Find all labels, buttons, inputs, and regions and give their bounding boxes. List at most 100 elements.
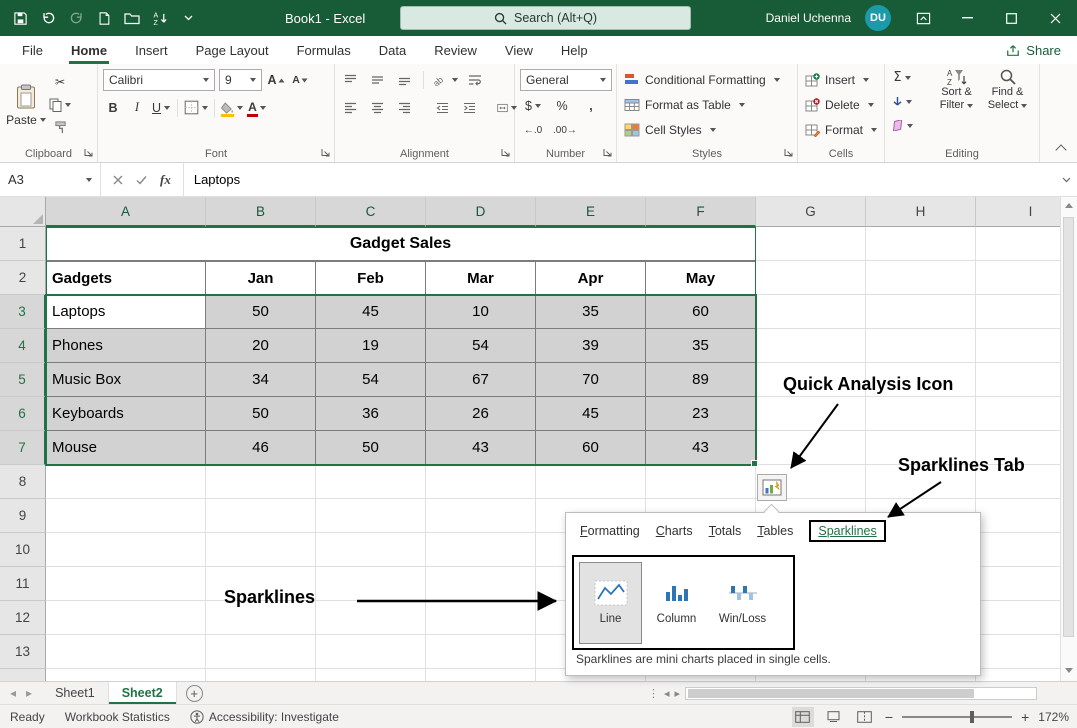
cell-H1[interactable] (866, 227, 976, 261)
page-break-preview-icon[interactable] (854, 707, 876, 727)
accounting-format-button[interactable]: $ (523, 95, 543, 116)
cell-A14[interactable] (46, 669, 206, 681)
workbook-statistics-button[interactable]: Workbook Statistics (65, 710, 170, 724)
sheet-tab-sheet1[interactable]: Sheet1 (42, 682, 109, 704)
search-box[interactable]: Search (Alt+Q) (400, 6, 691, 30)
column-header-F[interactable]: F (646, 197, 756, 227)
column-header-E[interactable]: E (536, 197, 646, 227)
cell-B7[interactable]: 46 (206, 431, 316, 465)
cell-I13[interactable] (976, 635, 1060, 669)
sheet-nav-left-icon[interactable]: ◂ (10, 686, 16, 700)
cell-G4[interactable] (756, 329, 866, 363)
cell-D3[interactable]: 10 (426, 295, 536, 329)
cell-A10[interactable] (46, 533, 206, 567)
cell-C5[interactable]: 54 (316, 363, 426, 397)
scroll-up-arrow-icon[interactable] (1065, 203, 1073, 208)
align-top-icon[interactable] (340, 69, 360, 90)
insert-cells-button[interactable]: Insert (801, 67, 881, 92)
cell-B8[interactable] (206, 465, 316, 499)
formula-bar-content[interactable]: Laptops (183, 163, 1055, 196)
row-header-10[interactable]: 10 (0, 533, 46, 567)
ribbon-tab-page-layout[interactable]: Page Layout (182, 36, 283, 64)
ribbon-tab-view[interactable]: View (491, 36, 547, 64)
cell-H4[interactable] (866, 329, 976, 363)
cell-A11[interactable] (46, 567, 206, 601)
find-select-button[interactable]: Find & Select (984, 68, 1031, 112)
number-dialog-launcher-icon[interactable] (602, 147, 613, 158)
cell-H6[interactable] (866, 397, 976, 431)
qa-tab-formatting[interactable]: Formatting (580, 524, 640, 538)
paste-button[interactable]: Paste (3, 67, 49, 143)
cell-F5[interactable]: 89 (646, 363, 756, 397)
vertical-scroll-thumb[interactable] (1063, 217, 1074, 637)
cell-B14[interactable] (206, 669, 316, 681)
redo-icon[interactable] (68, 10, 84, 26)
format-painter-icon[interactable] (49, 117, 71, 138)
cell-G7[interactable] (756, 431, 866, 465)
minimize-button[interactable] (945, 0, 989, 36)
cell-I11[interactable] (976, 567, 1060, 601)
cell-C6[interactable]: 36 (316, 397, 426, 431)
cell-F4[interactable]: 35 (646, 329, 756, 363)
font-size-select[interactable]: 9 (219, 69, 262, 91)
ribbon-tab-data[interactable]: Data (365, 36, 420, 64)
cell-G2[interactable] (756, 261, 866, 295)
row-header-5[interactable]: 5 (0, 363, 46, 397)
increase-indent-icon[interactable] (459, 97, 479, 118)
fill-handle[interactable] (751, 460, 758, 467)
hscroll-right-arrow-icon[interactable]: ▸ (675, 687, 681, 700)
fill-color-button[interactable] (221, 97, 243, 118)
column-header-C[interactable]: C (316, 197, 426, 227)
column-header-G[interactable]: G (756, 197, 866, 227)
merge-center-icon[interactable] (497, 97, 517, 118)
qa-option-win-loss[interactable]: Win/Loss (711, 562, 774, 644)
cell-C4[interactable]: 19 (316, 329, 426, 363)
cell-F6[interactable]: 23 (646, 397, 756, 431)
cell-D8[interactable] (426, 465, 536, 499)
orientation-icon[interactable]: ab (433, 69, 458, 90)
cell-E2[interactable]: Apr (536, 261, 646, 295)
row-header-3[interactable]: 3 (0, 295, 46, 329)
cell-A8[interactable] (46, 465, 206, 499)
cell-G1[interactable] (756, 227, 866, 261)
cell-A2[interactable]: Gadgets (46, 261, 206, 295)
ribbon-tab-review[interactable]: Review (420, 36, 491, 64)
cell-E5[interactable]: 70 (536, 363, 646, 397)
open-folder-icon[interactable] (124, 10, 140, 26)
close-button[interactable] (1033, 0, 1077, 36)
ribbon-tab-file[interactable]: File (8, 36, 57, 64)
zoom-slider-thumb[interactable] (970, 711, 974, 723)
vertical-scrollbar[interactable] (1060, 197, 1077, 681)
cell-G6[interactable] (756, 397, 866, 431)
increase-font-size-icon[interactable]: A (266, 70, 286, 91)
new-sheet-button[interactable]: + (186, 685, 203, 702)
zoom-slider[interactable] (902, 716, 1012, 718)
cell-B2[interactable]: Jan (206, 261, 316, 295)
cell-D10[interactable] (426, 533, 536, 567)
ribbon-tab-formulas[interactable]: Formulas (283, 36, 365, 64)
cell-D6[interactable]: 26 (426, 397, 536, 431)
cell-B13[interactable] (206, 635, 316, 669)
clear-button[interactable] (891, 115, 913, 136)
share-button[interactable]: Share (1006, 36, 1061, 64)
cell-F2[interactable]: May (646, 261, 756, 295)
cell-I9[interactable] (976, 499, 1060, 533)
ribbon-tab-home[interactable]: Home (57, 36, 121, 64)
row-header-9[interactable]: 9 (0, 499, 46, 533)
hscroll-splitter-icon[interactable]: ⋮ (648, 687, 659, 700)
expand-formula-bar-icon[interactable] (1055, 163, 1077, 196)
cell-D14[interactable] (426, 669, 536, 681)
cell-C10[interactable] (316, 533, 426, 567)
column-header-H[interactable]: H (866, 197, 976, 227)
sort-az-icon[interactable]: AZ (152, 10, 168, 26)
cell-I10[interactable] (976, 533, 1060, 567)
cell-D7[interactable]: 43 (426, 431, 536, 465)
accessibility-status[interactable]: Accessibility: Investigate (190, 710, 339, 724)
cell-B4[interactable]: 20 (206, 329, 316, 363)
row-header-14[interactable] (0, 669, 46, 681)
cell-B9[interactable] (206, 499, 316, 533)
qa-option-line[interactable]: Line (579, 562, 642, 644)
cell-C8[interactable] (316, 465, 426, 499)
column-header-D[interactable]: D (426, 197, 536, 227)
delete-cells-button[interactable]: Delete (801, 92, 881, 117)
